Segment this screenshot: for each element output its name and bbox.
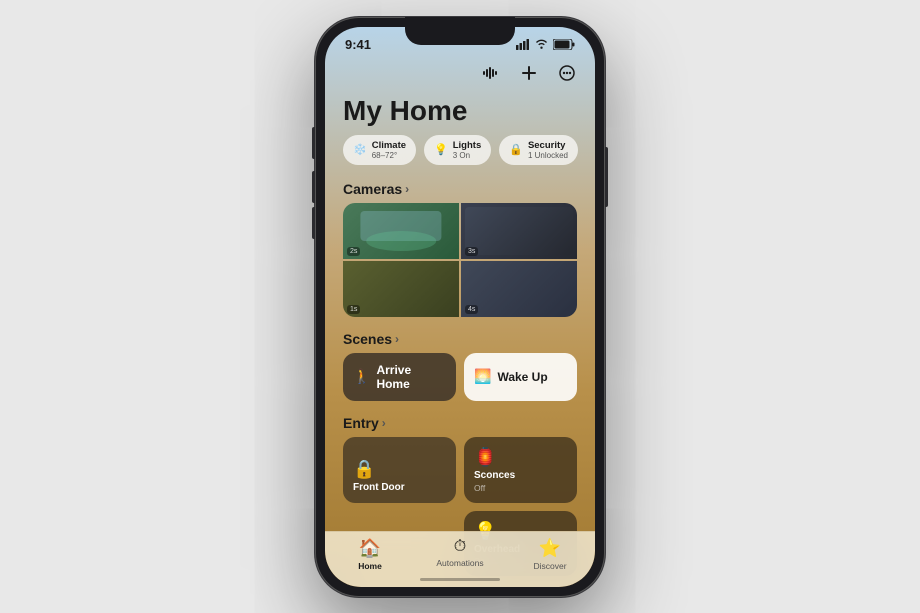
- scenes-row: 🚶 Arrive Home 🌅 Wake Up: [325, 353, 595, 411]
- security-icon: 🔒: [509, 143, 523, 156]
- page-title: My Home: [325, 89, 595, 135]
- sconces-status: Off: [474, 483, 567, 493]
- camera-1-label: 2s: [347, 247, 360, 256]
- status-time: 9:41: [345, 37, 371, 52]
- sconces-name: Sconces: [474, 470, 567, 481]
- more-icon: [559, 65, 575, 81]
- scenes-label: Scenes: [343, 331, 392, 347]
- camera-cell-3[interactable]: 1s: [343, 261, 459, 317]
- security-sub: 1 Unlocked: [528, 151, 568, 160]
- arrive-home-label: Arrive Home: [376, 363, 446, 391]
- cameras-label: Cameras: [343, 181, 402, 197]
- arrive-home-button[interactable]: 🚶 Arrive Home: [343, 353, 456, 401]
- camera-4-label: 4s: [465, 305, 478, 314]
- status-icons: [516, 39, 575, 50]
- category-pills: ❄️ Climate 68–72° 💡 Lights 3 On: [325, 135, 595, 177]
- lock-icon: 🔒: [353, 459, 375, 480]
- more-button[interactable]: [555, 61, 579, 85]
- phone-frame: 9:41: [315, 17, 605, 597]
- climate-sub: 68–72°: [372, 151, 406, 160]
- entry-chevron: ›: [382, 416, 386, 430]
- wake-up-icon: 🌅: [474, 368, 491, 385]
- waveform-icon: [483, 66, 499, 80]
- battery-icon: [553, 39, 575, 50]
- discover-tab-icon: ⭐: [539, 538, 561, 559]
- header-toolbar: [325, 57, 595, 89]
- arrive-home-icon: 🚶: [353, 368, 370, 385]
- tab-discover[interactable]: ⭐ Discover: [505, 538, 595, 571]
- wifi-icon: [535, 39, 548, 49]
- scenes-chevron: ›: [395, 332, 399, 346]
- voice-button[interactable]: [479, 61, 503, 85]
- security-label: Security: [528, 140, 566, 151]
- scenes-section-header[interactable]: Scenes ›: [325, 327, 595, 353]
- wake-up-label: Wake Up: [497, 370, 547, 384]
- camera-2-label: 3s: [465, 247, 478, 256]
- notch: [405, 17, 515, 45]
- plus-icon: [522, 66, 536, 80]
- lights-label: Lights: [453, 140, 482, 151]
- sconces-tile[interactable]: 🏮 Sconces Off: [464, 437, 577, 503]
- add-button[interactable]: [517, 61, 541, 85]
- app-content: My Home ❄️ Climate 68–72° 💡 Lights: [325, 57, 595, 587]
- discover-tab-label: Discover: [533, 561, 566, 571]
- climate-pill[interactable]: ❄️ Climate 68–72°: [343, 135, 416, 165]
- front-door-name: Front Door: [353, 482, 405, 493]
- tab-automations[interactable]: ⏱ Automations: [415, 538, 505, 568]
- cameras-chevron: ›: [405, 182, 409, 196]
- sconces-icon: 🏮: [474, 447, 567, 468]
- phone-body: 9:41: [315, 17, 605, 597]
- home-tab-label: Home: [358, 561, 382, 571]
- phone-screen: 9:41: [325, 27, 595, 587]
- lights-icon: 💡: [434, 143, 448, 156]
- front-door-tile[interactable]: 🔒 Front Door: [343, 437, 456, 503]
- automations-tab-label: Automations: [436, 558, 483, 568]
- entry-label: Entry: [343, 415, 379, 431]
- camera-grid: 2s 3s 1s 4s: [343, 203, 577, 317]
- camera-3-label: 1s: [347, 305, 360, 314]
- security-pill[interactable]: 🔒 Security 1 Unlocked: [499, 135, 578, 165]
- tab-home[interactable]: 🏠 Home: [325, 538, 415, 571]
- home-tab-icon: 🏠: [359, 538, 381, 559]
- home-indicator: [420, 578, 500, 581]
- climate-label: Climate: [372, 140, 406, 151]
- automations-tab-icon: ⏱: [454, 538, 466, 556]
- camera-cell-4[interactable]: 4s: [461, 261, 577, 317]
- camera-cell-1[interactable]: 2s: [343, 203, 459, 259]
- lights-pill[interactable]: 💡 Lights 3 On: [424, 135, 491, 165]
- lights-sub: 3 On: [453, 151, 482, 160]
- wake-up-button[interactable]: 🌅 Wake Up: [464, 353, 577, 401]
- signal-icon: [516, 39, 530, 50]
- climate-icon: ❄️: [353, 143, 367, 156]
- entry-section-header[interactable]: Entry ›: [325, 411, 595, 437]
- camera-cell-2[interactable]: 3s: [461, 203, 577, 259]
- cameras-section-header[interactable]: Cameras ›: [325, 177, 595, 203]
